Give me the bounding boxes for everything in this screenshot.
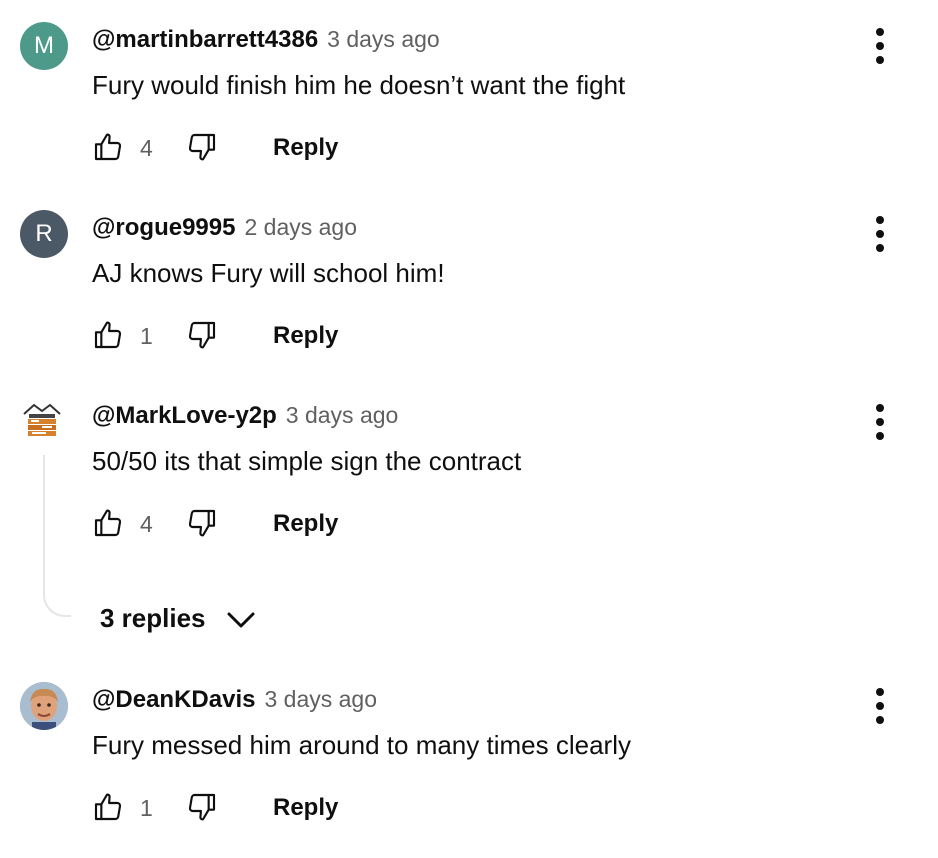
- more-actions-button[interactable]: [868, 686, 892, 726]
- comment-text: Fury would finish him he doesn’t want th…: [92, 70, 626, 100]
- comment-item: R @rogue9995 2 days ago AJ knows Fury wi…: [0, 206, 938, 386]
- comment-item: M @martinbarrett4386 3 days ago Fury wou…: [0, 18, 938, 198]
- comment-actions: 4 Reply: [92, 507, 392, 547]
- like-button[interactable]: [92, 791, 126, 825]
- comment-actions: 4 Reply: [92, 131, 392, 171]
- dislike-button[interactable]: [186, 791, 220, 825]
- more-vert-icon: [876, 404, 884, 440]
- more-actions-button[interactable]: [868, 214, 892, 254]
- avatar[interactable]: [22, 402, 62, 442]
- like-count: 4: [140, 135, 153, 161]
- comment-header: @rogue9995 2 days ago: [92, 214, 357, 244]
- avatar[interactable]: M: [20, 22, 68, 70]
- comment-header: @DeanKDavis 3 days ago: [92, 686, 377, 716]
- thumbs-down-icon: [188, 509, 216, 537]
- house-logo-icon: [23, 403, 61, 436]
- dislike-button[interactable]: [186, 507, 220, 541]
- like-button[interactable]: [92, 131, 126, 165]
- thumbs-down-icon: [188, 321, 216, 349]
- thumbs-up-icon: [94, 321, 122, 349]
- like-button[interactable]: [92, 507, 126, 541]
- comment-text: AJ knows Fury will school him!: [92, 258, 445, 288]
- thumbs-up-icon: [94, 793, 122, 821]
- dislike-button[interactable]: [186, 131, 220, 165]
- more-vert-icon: [876, 216, 884, 252]
- comment-text: Fury messed him around to many times cle…: [92, 730, 631, 760]
- reply-button[interactable]: Reply: [273, 134, 338, 162]
- comment-time[interactable]: 3 days ago: [264, 686, 377, 713]
- comment-header: @MarkLove-y2p 3 days ago: [92, 402, 398, 432]
- comment-author[interactable]: @rogue9995: [92, 214, 235, 242]
- avatar-letter: R: [35, 220, 53, 247]
- thumbs-down-icon: [188, 793, 216, 821]
- reply-button[interactable]: Reply: [273, 794, 338, 822]
- chevron-down-icon: [227, 612, 255, 628]
- more-actions-button[interactable]: [868, 26, 892, 66]
- more-actions-button[interactable]: [868, 402, 892, 442]
- thumbs-down-icon: [188, 133, 216, 161]
- avatar[interactable]: [20, 682, 68, 730]
- avatar-letter: M: [34, 32, 54, 59]
- view-replies-button[interactable]: 3 replies: [100, 598, 256, 638]
- like-count: 1: [140, 795, 153, 821]
- comment-author[interactable]: @MarkLove-y2p: [92, 402, 277, 430]
- thumbs-up-icon: [94, 509, 122, 537]
- comment-author[interactable]: @DeanKDavis: [92, 686, 255, 714]
- comment-actions: 1 Reply: [92, 319, 392, 359]
- reply-button[interactable]: Reply: [273, 510, 338, 538]
- reply-button[interactable]: Reply: [273, 322, 338, 350]
- comment-text: 50/50 its that simple sign the contract: [92, 446, 522, 476]
- comment-author[interactable]: @martinbarrett4386: [92, 26, 318, 54]
- more-vert-icon: [876, 688, 884, 724]
- comment-item: @DeanKDavis 3 days ago Fury messed him a…: [0, 678, 938, 858]
- like-count: 1: [140, 323, 153, 349]
- comment-item: @MarkLove-y2p 3 days ago 50/50 its that …: [0, 394, 938, 574]
- thumbs-up-icon: [94, 133, 122, 161]
- comment-time[interactable]: 3 days ago: [327, 26, 440, 53]
- avatar[interactable]: R: [20, 210, 68, 258]
- profile-photo-boy: [20, 682, 68, 730]
- comment-actions: 1 Reply: [92, 791, 392, 831]
- comment-header: @martinbarrett4386 3 days ago: [92, 26, 440, 56]
- more-vert-icon: [876, 28, 884, 64]
- comment-time[interactable]: 2 days ago: [244, 214, 357, 241]
- comment-time[interactable]: 3 days ago: [286, 402, 399, 429]
- like-count: 4: [140, 511, 153, 537]
- replies-count-label: 3 replies: [100, 602, 206, 633]
- dislike-button[interactable]: [186, 319, 220, 353]
- like-button[interactable]: [92, 319, 126, 353]
